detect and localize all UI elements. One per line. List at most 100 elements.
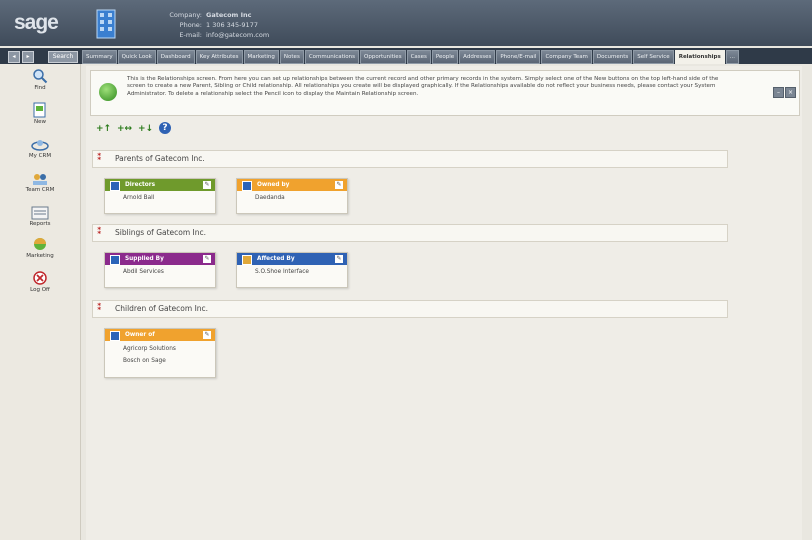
company-name: Gatecom Inc: [206, 11, 252, 19]
log-off-icon: [33, 271, 47, 285]
team-crm-icon: [33, 174, 47, 185]
reports-icon: [31, 206, 49, 220]
tab-dashboard[interactable]: Dashboard: [156, 50, 195, 64]
card-header: Directors ✎: [105, 179, 215, 191]
new-child-icon[interactable]: +↓: [138, 122, 153, 136]
card-affected-by[interactable]: Affected By ✎ S.O.Shoe Interface: [236, 252, 348, 288]
tab-company-team[interactable]: Company Team: [541, 50, 592, 64]
children-title: Children of Gatecom Inc.: [115, 304, 209, 313]
magnifier-icon: [33, 69, 48, 84]
tab-notes[interactable]: Notes: [279, 50, 304, 64]
nav-log-off[interactable]: Log Off: [20, 270, 60, 293]
parents-section-header: ⁑ Parents of Gatecom Inc.: [92, 150, 728, 168]
nav-new[interactable]: New: [20, 102, 60, 125]
tab-bar: ◂ ▸ Search Summary Quick Look Dashboard …: [0, 48, 812, 64]
relationship-icon: ⁑: [97, 153, 102, 163]
pencil-icon[interactable]: ✎: [203, 181, 211, 189]
nav-my-crm-label: My CRM: [28, 153, 52, 159]
nav-my-crm[interactable]: My CRM: [20, 138, 60, 159]
nav-team-crm[interactable]: Team CRM: [20, 172, 60, 193]
card-title: Directors: [125, 182, 156, 188]
app-header: sage Company: Gatecom Inc Phone: 1 306 345…: [0, 0, 812, 46]
card-value[interactable]: Abdil Services: [105, 265, 215, 277]
nav-marketing-label: Marketing: [26, 253, 54, 259]
left-nav: Find New My CRM Team CRM Reports Marketi…: [0, 64, 81, 540]
nav-marketing[interactable]: Marketing: [20, 236, 60, 259]
card-header: Owner of ✎: [105, 329, 215, 341]
card-title: Supplied By: [125, 256, 164, 262]
tab-quick-look[interactable]: Quick Look: [117, 50, 156, 64]
nav-team-crm-label: Team CRM: [25, 187, 55, 193]
tab-cases[interactable]: Cases: [406, 50, 431, 64]
person-icon: [110, 181, 120, 191]
main-content: This is the Relationships screen. From h…: [86, 66, 802, 540]
company-phone: 1 306 345-9177: [206, 21, 258, 29]
search-button[interactable]: Search: [48, 51, 78, 63]
tab-relationships[interactable]: Relationships: [674, 50, 725, 64]
tab-addresses[interactable]: Addresses: [459, 50, 496, 64]
info-globe-icon: [99, 83, 117, 101]
company-icon: [110, 331, 120, 341]
card-value[interactable]: Bosch on Sage: [105, 354, 215, 366]
nav-find[interactable]: Find: [20, 68, 60, 91]
relationship-icon: ⁑: [97, 227, 102, 237]
card-header: Supplied By ✎: [105, 253, 215, 265]
card-value[interactable]: Agricorp Solutions: [105, 341, 215, 354]
card-title: Affected By: [257, 256, 295, 262]
card-directors[interactable]: Directors ✎ Arnold Ball: [104, 178, 216, 214]
pencil-icon[interactable]: ✎: [335, 181, 343, 189]
nav-find-label: Find: [34, 85, 46, 91]
new-parent-icon[interactable]: +↑: [96, 122, 111, 136]
card-owned-by[interactable]: Owned by ✎ Daedanda: [236, 178, 348, 214]
marketing-icon: [34, 238, 46, 250]
tab-key-attributes[interactable]: Key Attributes: [195, 50, 243, 64]
back-button[interactable]: ◂: [8, 51, 20, 63]
company-info: Company: Gatecom Inc Phone: 1 306 345-9177…: [160, 10, 269, 40]
tab-opportunities[interactable]: Opportunities: [360, 50, 406, 64]
card-title: Owned by: [257, 182, 290, 188]
tab-documents[interactable]: Documents: [592, 50, 633, 64]
parents-title: Parents of Gatecom Inc.: [115, 154, 205, 163]
my-crm-icon: [31, 140, 49, 151]
nav-new-label: New: [34, 119, 46, 125]
company-label: Company:: [169, 11, 202, 19]
tab-people[interactable]: People: [431, 50, 459, 64]
card-title: Owner of: [125, 332, 155, 338]
pencil-icon[interactable]: ✎: [335, 255, 343, 263]
email-label: E-mail:: [179, 31, 202, 39]
company-icon: [110, 255, 120, 265]
card-owner-of[interactable]: Owner of ✎ Agricorp Solutions Bosch on S…: [104, 328, 216, 378]
tab-summary[interactable]: Summary: [82, 50, 117, 64]
help-icon[interactable]: ?: [159, 122, 171, 134]
tab-marketing[interactable]: Marketing: [243, 50, 279, 64]
card-value[interactable]: S.O.Shoe Interface: [237, 265, 347, 277]
new-sibling-icon[interactable]: +↔: [117, 122, 132, 136]
tab-phone-email[interactable]: Phone/E-mail: [496, 50, 541, 64]
forward-button[interactable]: ▸: [22, 51, 34, 63]
card-value[interactable]: Arnold Ball: [105, 191, 215, 203]
card-supplied-by[interactable]: Supplied By ✎ Abdil Services: [104, 252, 216, 288]
close-button[interactable]: ×: [785, 87, 796, 98]
card-value[interactable]: Daedanda: [237, 191, 347, 203]
company-icon: [242, 181, 252, 191]
entity-tabs: Summary Quick Look Dashboard Key Attribu…: [82, 50, 740, 64]
info-panel: This is the Relationships screen. From h…: [90, 70, 800, 116]
card-header: Owned by ✎: [237, 179, 347, 191]
children-section-header: ⁑ Children of Gatecom Inc.: [92, 300, 728, 318]
relationship-icon: ⁑: [97, 303, 102, 313]
info-text: This is the Relationships screen. From h…: [127, 76, 719, 97]
company-email[interactable]: info@gatecom.com: [206, 31, 269, 39]
pencil-icon[interactable]: ✎: [203, 255, 211, 263]
pencil-icon[interactable]: ✎: [203, 331, 211, 339]
sage-logo: sage: [14, 11, 59, 34]
tab-more[interactable]: ...: [725, 50, 740, 64]
tab-communications[interactable]: Communications: [304, 50, 360, 64]
nav-reports[interactable]: Reports: [20, 206, 60, 227]
siblings-section-header: ⁑ Siblings of Gatecom Inc.: [92, 224, 728, 242]
minimize-button[interactable]: –: [773, 87, 784, 98]
card-header: Affected By ✎: [237, 253, 347, 265]
tab-self-service[interactable]: Self Service: [633, 50, 674, 64]
nav-log-off-label: Log Off: [30, 287, 50, 293]
company-building-icon: [96, 9, 116, 39]
phone-label: Phone:: [179, 21, 202, 29]
